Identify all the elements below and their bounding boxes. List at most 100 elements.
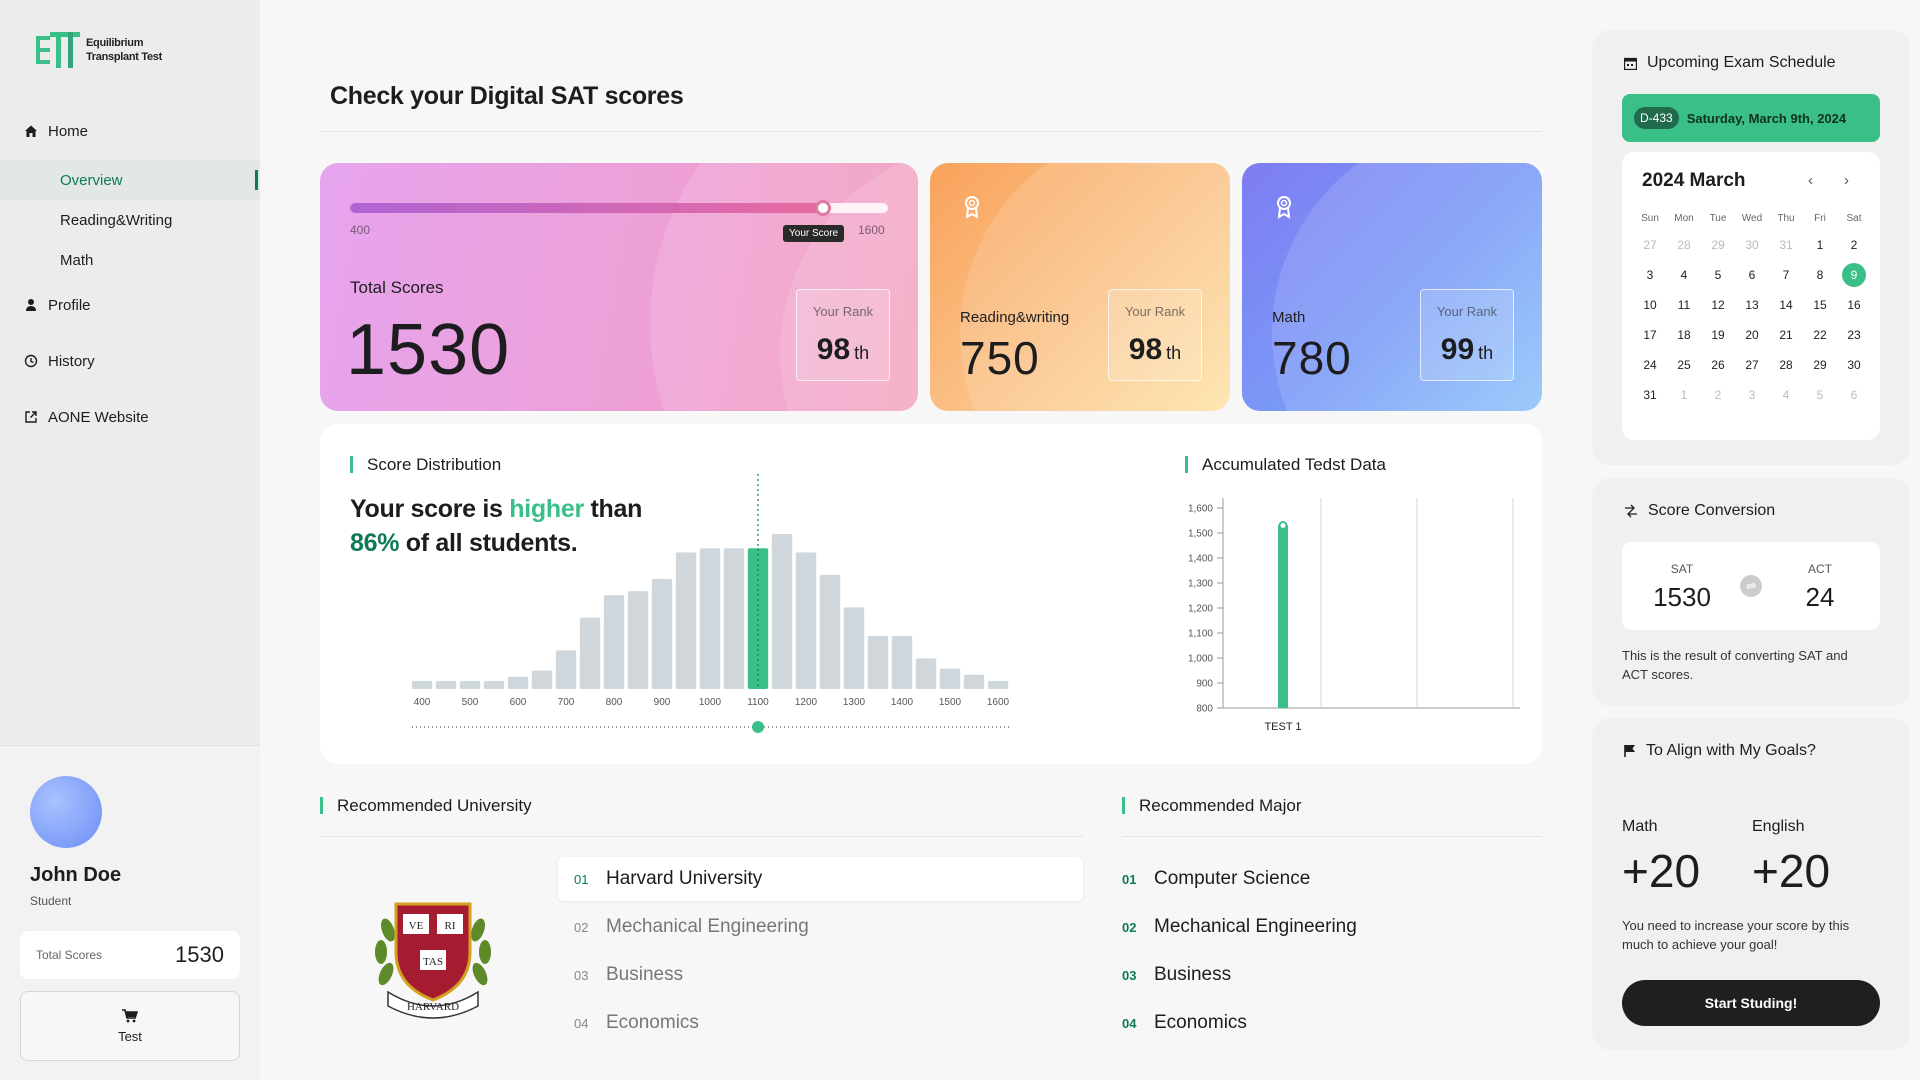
calendar-day[interactable]: 17 <box>1634 320 1666 350</box>
calendar-day[interactable]: 8 <box>1804 260 1836 290</box>
calendar-day[interactable]: 6 <box>1736 260 1768 290</box>
cart-icon <box>122 1008 138 1022</box>
goals-panel: To Align with My Goals? Math +20 English… <box>1592 718 1910 1050</box>
calendar-day[interactable]: 29 <box>1804 350 1836 380</box>
chevron-right-icon[interactable]: › <box>1844 172 1849 189</box>
total-score-label: Total Scores <box>350 278 444 297</box>
major-item[interactable]: 01 Computer Science <box>1122 857 1542 901</box>
sidebar-item-history[interactable]: History <box>0 346 260 376</box>
distribution-chart: 400 500 600 700 800 900 1000 1100 1200 1300 1400 15… <box>410 474 1010 733</box>
rank-value: 99th <box>1421 333 1513 367</box>
calendar-day-number: 23 <box>1847 328 1861 342</box>
x-tick-label: 1600 <box>987 697 1010 708</box>
calendar-day[interactable]: 30 <box>1736 230 1768 260</box>
avatar[interactable] <box>30 776 102 848</box>
start-studying-button[interactable]: Start Studing! <box>1622 980 1880 1026</box>
major-item[interactable]: 03 Business <box>1122 953 1542 997</box>
conversion-note: This is the result of converting SAT and… <box>1622 648 1848 682</box>
calendar-day-number: 12 <box>1711 298 1725 312</box>
rank-number: 99 <box>1440 333 1475 366</box>
calendar-day[interactable]: 18 <box>1668 320 1700 350</box>
calendar-day[interactable]: 6 <box>1838 380 1870 410</box>
sidebar-item-reading-writing[interactable]: Reading&Writing <box>0 200 260 240</box>
calendar-day[interactable]: 30 <box>1838 350 1870 380</box>
calendar-day[interactable]: 15 <box>1804 290 1836 320</box>
calendar-day[interactable]: 24 <box>1634 350 1666 380</box>
calendar-day[interactable]: 3 <box>1736 380 1768 410</box>
score-conversion-title: Score Conversion <box>1648 502 1776 519</box>
calendar-day[interactable]: 7 <box>1770 260 1802 290</box>
sidebar-item-profile[interactable]: Profile <box>0 290 260 320</box>
calendar-day-number: 3 <box>1646 268 1654 282</box>
rank-box: Your Rank 98th <box>1108 289 1202 381</box>
calendar-day[interactable]: 4 <box>1668 260 1700 290</box>
y-tick-label: 1,000 <box>1188 654 1213 665</box>
test-button[interactable]: Test <box>20 991 240 1061</box>
calendar-day[interactable]: 29 <box>1702 230 1734 260</box>
calendar-day-number: 3 <box>1748 388 1756 402</box>
home-icon <box>25 125 37 137</box>
sidebar: Equilibrium Transplant Test Home Overvie… <box>0 0 260 1080</box>
calendar-day[interactable]: 27 <box>1736 350 1768 380</box>
exam-date-bar[interactable]: D-433 Saturday, March 9th, 2024 <box>1622 94 1880 142</box>
calendar-day[interactable]: 14 <box>1770 290 1802 320</box>
sidebar-item-label: Home <box>48 122 89 140</box>
calendar-day[interactable]: 21 <box>1770 320 1802 350</box>
calendar-day[interactable]: 10 <box>1634 290 1666 320</box>
calendar-day[interactable]: 25 <box>1668 350 1700 380</box>
distribution-bar <box>651 578 673 689</box>
calendar-day[interactable]: 1 <box>1804 230 1836 260</box>
calendar-day[interactable]: 3 <box>1634 260 1666 290</box>
harvard-crest-icon: VE RI TAS HARVARD <box>375 902 491 1019</box>
x-tick-label: 400 <box>414 697 431 708</box>
calendar-day[interactable]: 27 <box>1634 230 1666 260</box>
calendar-day[interactable]: 12 <box>1702 290 1734 320</box>
university-rank: 03 <box>574 967 589 983</box>
major-item[interactable]: 04 Economics <box>1122 1001 1542 1045</box>
calendar-day[interactable]: 19 <box>1702 320 1734 350</box>
divider <box>1122 836 1542 837</box>
calendar-day[interactable]: 2 <box>1702 380 1734 410</box>
rank-suffix: th <box>854 343 870 363</box>
exam-schedule-panel: Upcoming Exam Schedule D-433 Saturday, M… <box>1592 30 1910 465</box>
sidebar-item-overview[interactable]: Overview <box>0 160 260 200</box>
calendar-day[interactable]: 16 <box>1838 290 1870 320</box>
exam-date: Saturday, March 9th, 2024 <box>1686 110 1847 126</box>
calendar-day[interactable]: 11 <box>1668 290 1700 320</box>
calendar-day-number: 21 <box>1779 328 1793 342</box>
calendar-day[interactable]: 31 <box>1770 230 1802 260</box>
calendar-day-selected[interactable]: 9 <box>1838 260 1870 290</box>
chevron-left-icon[interactable]: ‹ <box>1808 172 1813 189</box>
university-item[interactable]: 03 Business <box>558 953 1083 997</box>
calendar-day[interactable]: 31 <box>1634 380 1666 410</box>
total-score-value: 1530 <box>175 942 224 967</box>
calendar-day[interactable]: 5 <box>1804 380 1836 410</box>
calendar-day[interactable]: 22 <box>1804 320 1836 350</box>
calendar-day[interactable]: 4 <box>1770 380 1802 410</box>
rank-label: Your Rank <box>1436 304 1498 319</box>
calendar-day[interactable]: 26 <box>1702 350 1734 380</box>
calendar-day[interactable]: 5 <box>1702 260 1734 290</box>
calendar-day[interactable]: 2 <box>1838 230 1870 260</box>
calendar-day[interactable]: 1 <box>1668 380 1700 410</box>
x-tick-label: 700 <box>558 697 575 708</box>
distribution-bar <box>627 591 649 689</box>
calendar-day[interactable]: 28 <box>1668 230 1700 260</box>
major-item[interactable]: 02 Mechanical Engineering <box>1122 905 1542 949</box>
calendar-day[interactable]: 13 <box>1736 290 1768 320</box>
university-item[interactable]: 01 Harvard University <box>558 857 1083 901</box>
y-tick-label: 800 <box>1196 704 1213 715</box>
university-item[interactable]: 04 Economics <box>558 1001 1083 1045</box>
sidebar-item-website[interactable]: AONE Website <box>0 402 260 432</box>
calendar-day-number: 13 <box>1745 298 1759 312</box>
calendar-day[interactable]: 20 <box>1736 320 1768 350</box>
logo[interactable]: Equilibrium Transplant Test <box>36 30 162 70</box>
calendar-day[interactable]: 23 <box>1838 320 1870 350</box>
sidebar-item-math[interactable]: Math <box>0 240 260 280</box>
university-item[interactable]: 02 Mechanical Engineering <box>558 905 1083 949</box>
calendar-day[interactable]: 28 <box>1770 350 1802 380</box>
sidebar-item-label: History <box>48 352 95 370</box>
distribution-bar <box>699 548 721 689</box>
sidebar-item-home[interactable]: Home <box>0 116 260 146</box>
calendar-day-number: 14 <box>1779 298 1793 312</box>
